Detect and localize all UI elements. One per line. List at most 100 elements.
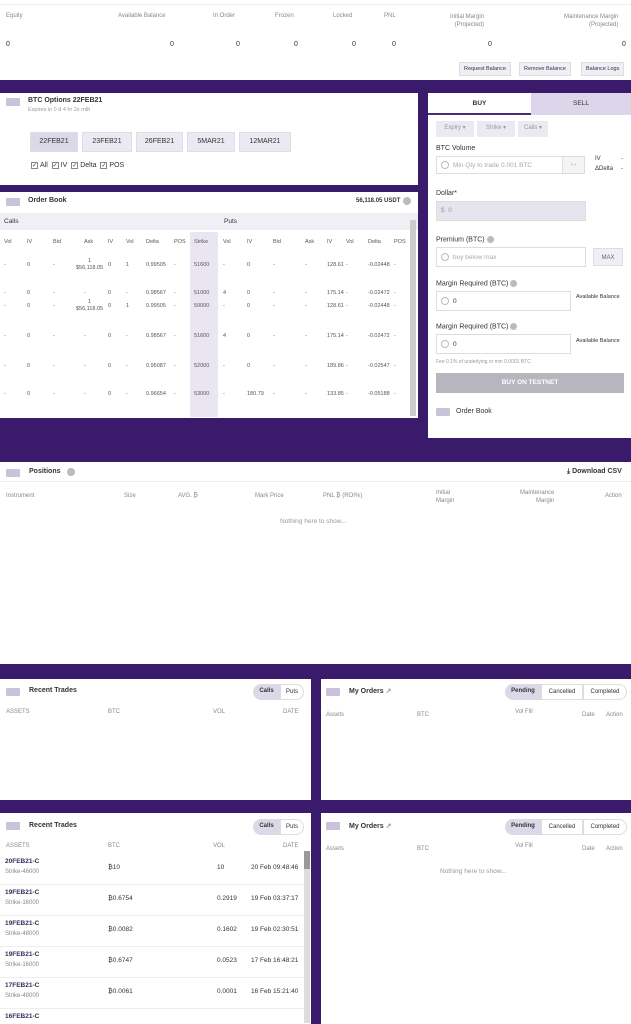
strike-dropdown[interactable]: Strike ▾ bbox=[477, 121, 515, 137]
expiry-tab-26feb21[interactable]: 26FEB21 bbox=[136, 132, 183, 152]
buy-tab[interactable]: BUY bbox=[428, 93, 531, 115]
orderbook-cell-c_iv: 0 bbox=[27, 290, 31, 296]
margin-info-icon-1 bbox=[510, 280, 518, 287]
expiry-tab-22feb21[interactable]: 22FEB21 bbox=[30, 132, 78, 152]
orderbook-cell-p_bid[interactable]: - bbox=[273, 290, 275, 296]
request-balance-button[interactable]: Request Balance bbox=[459, 62, 511, 76]
trade-strike: Strike-16000 bbox=[5, 900, 40, 906]
orderbook-cell-p_vol: - bbox=[223, 262, 225, 268]
trade-orderbook-label[interactable]: Order Book bbox=[456, 408, 492, 415]
calls-dropdown[interactable]: Calls ▾ bbox=[518, 121, 548, 137]
filter-pos[interactable]: ✓ POS bbox=[100, 162, 124, 169]
orderbook-cell-p_pos: - bbox=[394, 363, 396, 369]
orderbook-cell-strike: 51000 bbox=[194, 290, 210, 296]
margin-required-input-2[interactable]: 0 bbox=[436, 334, 571, 354]
premium-input[interactable]: buy below max bbox=[436, 247, 586, 267]
orders2-header-btc: BTC bbox=[417, 846, 429, 852]
orderbook-cell-p_bid[interactable]: - bbox=[273, 333, 275, 339]
orderbook-cell-c_iv2: 0 bbox=[108, 262, 112, 268]
orderbook-cell-p_ask[interactable]: - bbox=[305, 363, 307, 369]
orderbook-cell-p_bid[interactable]: - bbox=[273, 303, 275, 309]
trades2-calls-tab[interactable]: Calls bbox=[253, 819, 280, 835]
expiry-tab-12mar21[interactable]: 12MAR21 bbox=[239, 132, 291, 152]
checkbox-pos[interactable]: ✓ bbox=[100, 162, 108, 169]
filter-all[interactable]: ✓ All bbox=[31, 162, 48, 169]
trade-row[interactable]: 17FEB21-C Strike-48000 ₿0.0061 0.0001 16 Feb… bbox=[0, 978, 305, 1009]
orderbook-cell-p_pos: - bbox=[394, 303, 396, 309]
trade-orderbook-icon bbox=[436, 408, 450, 416]
trade-row[interactable]: 20FEB21-C Strike-46000 ₿10 10 20 Feb 09:48:4… bbox=[0, 854, 305, 885]
orderbook-cell-p_ask[interactable]: - bbox=[305, 333, 307, 339]
margin-currency-icon-2 bbox=[441, 340, 449, 348]
orders2-completed-tab[interactable]: Completed bbox=[583, 819, 627, 835]
trade-btc: ₿0.0061 bbox=[108, 988, 133, 995]
orderbook-cell-p_pos: - bbox=[394, 262, 396, 268]
orderbook-cell-c_ask[interactable]: - bbox=[84, 290, 86, 296]
orderbook-cell-c_ask[interactable]: 1 $56,118.05 bbox=[76, 258, 103, 272]
expiry-tab-5mar21[interactable]: 5MAR21 bbox=[187, 132, 235, 152]
checkbox-delta[interactable]: ✓ bbox=[71, 162, 79, 169]
trades1-puts-tab[interactable]: Puts bbox=[280, 684, 304, 700]
orderbook-cell-p_ask[interactable]: - bbox=[305, 303, 307, 309]
trade-row[interactable]: 19FEB21-C Strike-16000 ₿0.6754 0.2919 19 Feb… bbox=[0, 885, 305, 916]
orders1-completed-tab[interactable]: Completed bbox=[583, 684, 627, 700]
positions-empty-message: Nothing here to show... bbox=[280, 518, 347, 525]
orders2-empty-message: Nothing here to show... bbox=[440, 868, 507, 875]
orderbook-cell-c_bid[interactable]: - bbox=[53, 333, 55, 339]
orders2-pending-tab[interactable]: Pending bbox=[505, 819, 541, 835]
trades2-header-vol: VOL bbox=[213, 843, 226, 849]
margin-required-input-1[interactable]: 0 bbox=[436, 291, 571, 311]
recent-trades-icon-2 bbox=[6, 822, 20, 830]
orderbook-cell-p_bid[interactable]: - bbox=[273, 391, 275, 397]
download-csv-button[interactable]: ⤓ Download CSV bbox=[567, 468, 622, 476]
trade-row[interactable]: 19FEB21-C Strike-16000 ₿0.6747 0.0523 17 Feb… bbox=[0, 947, 305, 978]
trade-vol: 0.0523 bbox=[217, 957, 237, 964]
orderbook-cell-p_ask[interactable]: - bbox=[305, 262, 307, 268]
orderbook-cell-c_bid[interactable]: - bbox=[53, 363, 55, 369]
orderbook-cell-p_iv: 0 bbox=[247, 262, 251, 268]
filter-delta[interactable]: ✓ Delta bbox=[71, 162, 97, 169]
buy-on-testnet-button[interactable]: BUY ON TESTNET bbox=[436, 373, 624, 393]
balance-frozen-value: 0 bbox=[294, 41, 298, 48]
orderbook-cell-c_bid[interactable]: - bbox=[53, 290, 55, 296]
trade-row[interactable]: 19FEB21-C Strike-48000 ₿0.0082 0.1602 19 Feb… bbox=[0, 916, 305, 947]
premium-currency-icon bbox=[441, 253, 449, 261]
orderbook-cell-p_ask[interactable]: - bbox=[305, 391, 307, 397]
trades1-header-btc: BTC bbox=[108, 709, 120, 715]
orderbook-scrollbar[interactable] bbox=[410, 220, 416, 416]
trades2-puts-tab[interactable]: Puts bbox=[280, 819, 304, 835]
max-button[interactable]: MAX bbox=[593, 248, 623, 266]
dollar-input[interactable]: $ 0 bbox=[436, 201, 586, 221]
orderbook-cell-c_ask[interactable]: 1 $56,118.05 bbox=[76, 299, 103, 313]
iv-readout-label: IV bbox=[595, 156, 601, 162]
orders1-cancelled-tab[interactable]: Cancelled bbox=[541, 684, 583, 700]
trade-row[interactable]: 16FEB21-C bbox=[0, 1009, 305, 1024]
orderbook-cell-c_ask[interactable]: - bbox=[84, 363, 86, 369]
orderbook-cell-c_ask[interactable]: - bbox=[84, 391, 86, 397]
orderbook-cell-c_bid[interactable]: - bbox=[53, 391, 55, 397]
checkbox-all[interactable]: ✓ bbox=[31, 162, 38, 169]
orders2-cancelled-tab[interactable]: Cancelled bbox=[541, 819, 583, 835]
checkbox-iv[interactable]: ✓ bbox=[51, 162, 59, 169]
orders1-header-action: Action bbox=[606, 712, 623, 718]
btc-volume-stepper[interactable]: ‹ › bbox=[562, 157, 584, 173]
orderbook-cell-c_ask[interactable]: - bbox=[84, 333, 86, 339]
orderbook-cell-c_bid[interactable]: - bbox=[53, 262, 55, 268]
orderbook-price-info-icon bbox=[403, 197, 411, 205]
orderbook-underlying-price: 56,118.05 USDT bbox=[356, 198, 401, 204]
orderbook-cell-p_bid[interactable]: - bbox=[273, 262, 275, 268]
remove-balance-button[interactable]: Remove Balance bbox=[519, 62, 571, 76]
trades1-calls-tab[interactable]: Calls bbox=[253, 684, 280, 700]
orderbook-cell-p_vol: - bbox=[223, 363, 225, 369]
balance-logs-button[interactable]: Balance Logs bbox=[581, 62, 625, 76]
orders1-pending-tab[interactable]: Pending bbox=[505, 684, 541, 700]
orderbook-cell-p_bid[interactable]: - bbox=[273, 363, 275, 369]
orderbook-cell-p_ask[interactable]: - bbox=[305, 290, 307, 296]
orderbook-cell-c_bid[interactable]: - bbox=[53, 303, 55, 309]
orderbook-cell-p_pos: - bbox=[394, 333, 396, 339]
expiry-dropdown[interactable]: Expiry ▾ bbox=[436, 121, 474, 137]
orderbook-cell-p_vol2: - bbox=[346, 303, 348, 309]
sell-tab[interactable]: SELL bbox=[531, 93, 631, 115]
filter-iv[interactable]: ✓ IV bbox=[51, 162, 67, 169]
expiry-tab-23feb21[interactable]: 23FEB21 bbox=[82, 132, 132, 152]
